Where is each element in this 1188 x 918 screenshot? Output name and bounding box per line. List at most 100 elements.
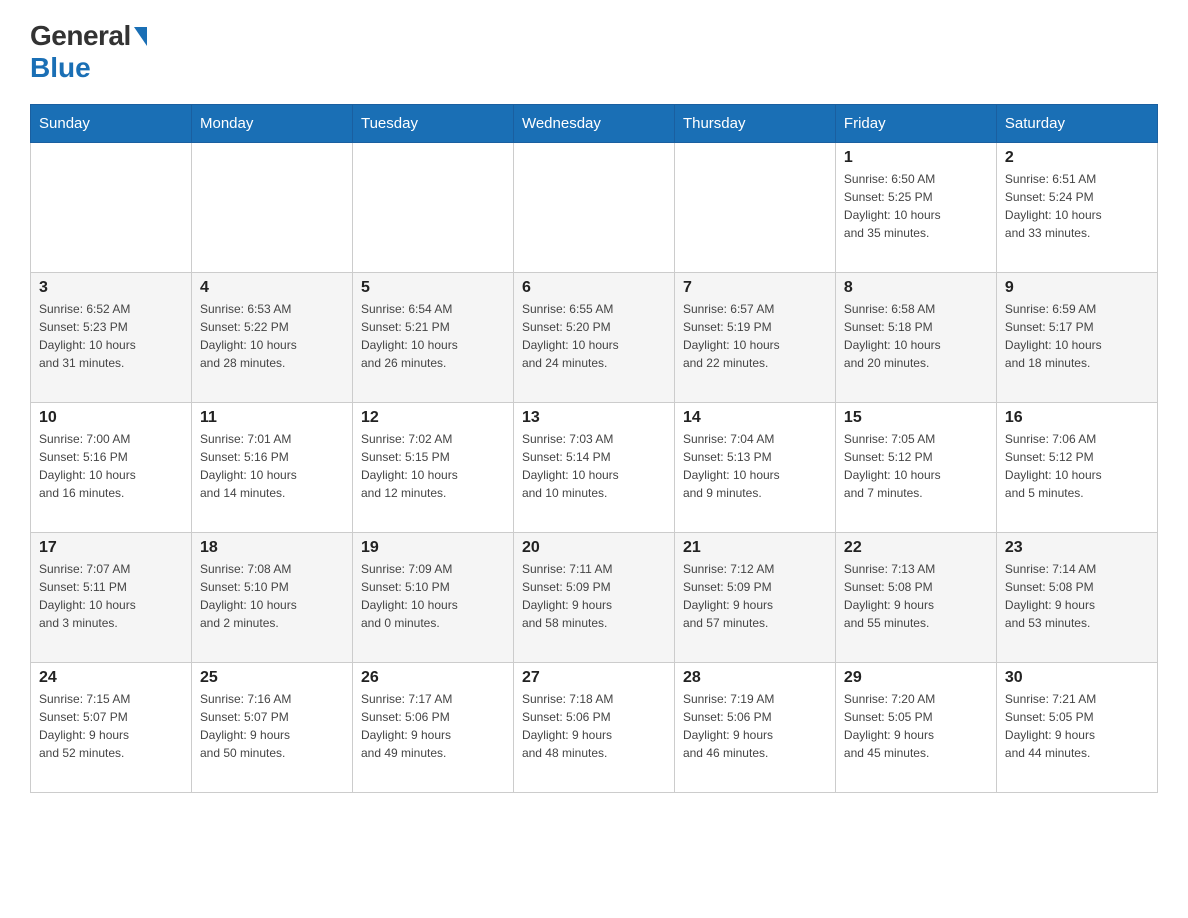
day-number: 20 <box>522 539 666 557</box>
logo-general-text: General <box>30 20 131 52</box>
table-row: 13 Sunrise: 7:03 AM Sunset: 5:14 PM Dayli… <box>513 403 674 533</box>
day-number: 23 <box>1005 539 1149 557</box>
day-info: Sunrise: 6:51 AM Sunset: 5:24 PM Dayligh… <box>1005 170 1149 242</box>
table-row: 24 Sunrise: 7:15 AM Sunset: 5:07 PM Dayli… <box>31 663 192 793</box>
day-info: Sunrise: 7:04 AM Sunset: 5:13 PM Dayligh… <box>683 430 827 502</box>
day-info: Sunrise: 7:20 AM Sunset: 5:05 PM Dayligh… <box>844 690 988 762</box>
day-info: Sunrise: 6:53 AM Sunset: 5:22 PM Dayligh… <box>200 300 344 372</box>
col-tuesday: Tuesday <box>352 105 513 143</box>
table-row: 1Sunrise: 6:50 AM Sunset: 5:25 PM Daylig… <box>835 143 996 273</box>
table-row: 21 Sunrise: 7:12 AM Sunset: 5:09 PM Dayli… <box>674 533 835 663</box>
table-row: 16Sunrise: 7:06 AM Sunset: 5:12 PM Dayli… <box>996 403 1157 533</box>
day-number: 19 <box>361 539 505 557</box>
table-row: 18 Sunrise: 7:08 AM Sunset: 5:10 PM Dayli… <box>191 533 352 663</box>
day-number: 24 <box>39 669 183 687</box>
day-number: 30 <box>1005 669 1149 687</box>
table-row: 26 Sunrise: 7:17 AM Sunset: 5:06 PM Dayli… <box>352 663 513 793</box>
table-row: 11Sunrise: 7:01 AM Sunset: 5:16 PM Dayli… <box>191 403 352 533</box>
col-thursday: Thursday <box>674 105 835 143</box>
day-info: Sunrise: 7:12 AM Sunset: 5:09 PM Dayligh… <box>683 560 827 632</box>
table-row: 5 Sunrise: 6:54 AM Sunset: 5:21 PM Daylig… <box>352 273 513 403</box>
col-friday: Friday <box>835 105 996 143</box>
day-info: Sunrise: 7:19 AM Sunset: 5:06 PM Dayligh… <box>683 690 827 762</box>
logo: General Blue <box>30 20 147 84</box>
table-row: 30 Sunrise: 7:21 AM Sunset: 5:05 PM Dayli… <box>996 663 1157 793</box>
day-info: Sunrise: 7:09 AM Sunset: 5:10 PM Dayligh… <box>361 560 505 632</box>
table-row: 23 Sunrise: 7:14 AM Sunset: 5:08 PM Dayli… <box>996 533 1157 663</box>
day-info: Sunrise: 7:17 AM Sunset: 5:06 PM Dayligh… <box>361 690 505 762</box>
day-number: 3 <box>39 279 183 297</box>
day-number: 28 <box>683 669 827 687</box>
table-row <box>513 143 674 273</box>
day-info: Sunrise: 6:59 AM Sunset: 5:17 PM Dayligh… <box>1005 300 1149 372</box>
day-info: Sunrise: 6:50 AM Sunset: 5:25 PM Dayligh… <box>844 170 988 242</box>
day-info: Sunrise: 7:08 AM Sunset: 5:10 PM Dayligh… <box>200 560 344 632</box>
day-number: 22 <box>844 539 988 557</box>
day-info: Sunrise: 7:14 AM Sunset: 5:08 PM Dayligh… <box>1005 560 1149 632</box>
day-info: Sunrise: 7:11 AM Sunset: 5:09 PM Dayligh… <box>522 560 666 632</box>
calendar-week-row: 10 Sunrise: 7:00 AM Sunset: 5:16 PM Dayli… <box>31 403 1158 533</box>
table-row <box>352 143 513 273</box>
day-number: 27 <box>522 669 666 687</box>
page-header: General Blue <box>30 20 1158 84</box>
table-row: 29 Sunrise: 7:20 AM Sunset: 5:05 PM Dayli… <box>835 663 996 793</box>
day-info: Sunrise: 7:05 AM Sunset: 5:12 PM Dayligh… <box>844 430 988 502</box>
table-row: 4 Sunrise: 6:53 AM Sunset: 5:22 PM Daylig… <box>191 273 352 403</box>
logo-arrow-icon <box>134 27 147 46</box>
day-number: 14 <box>683 409 827 427</box>
day-info: Sunrise: 7:07 AM Sunset: 5:11 PM Dayligh… <box>39 560 183 632</box>
day-info: Sunrise: 6:54 AM Sunset: 5:21 PM Dayligh… <box>361 300 505 372</box>
col-saturday: Saturday <box>996 105 1157 143</box>
day-info: Sunrise: 7:15 AM Sunset: 5:07 PM Dayligh… <box>39 690 183 762</box>
table-row: 22 Sunrise: 7:13 AM Sunset: 5:08 PM Dayli… <box>835 533 996 663</box>
table-row: 15 Sunrise: 7:05 AM Sunset: 5:12 PM Dayli… <box>835 403 996 533</box>
col-sunday: Sunday <box>31 105 192 143</box>
table-row: 8 Sunrise: 6:58 AM Sunset: 5:18 PM Daylig… <box>835 273 996 403</box>
day-info: Sunrise: 7:13 AM Sunset: 5:08 PM Dayligh… <box>844 560 988 632</box>
table-row: 19 Sunrise: 7:09 AM Sunset: 5:10 PM Dayli… <box>352 533 513 663</box>
table-row: 28 Sunrise: 7:19 AM Sunset: 5:06 PM Dayli… <box>674 663 835 793</box>
calendar-table: Sunday Monday Tuesday Wednesday Thursday… <box>30 104 1158 793</box>
day-number: 10 <box>39 409 183 427</box>
table-row: 27Sunrise: 7:18 AM Sunset: 5:06 PM Dayli… <box>513 663 674 793</box>
day-number: 25 <box>200 669 344 687</box>
day-number: 2 <box>1005 149 1149 167</box>
table-row <box>191 143 352 273</box>
day-info: Sunrise: 6:52 AM Sunset: 5:23 PM Dayligh… <box>39 300 183 372</box>
day-info: Sunrise: 7:01 AM Sunset: 5:16 PM Dayligh… <box>200 430 344 502</box>
day-info: Sunrise: 7:00 AM Sunset: 5:16 PM Dayligh… <box>39 430 183 502</box>
table-row: 2 Sunrise: 6:51 AM Sunset: 5:24 PM Daylig… <box>996 143 1157 273</box>
calendar-week-row: 1Sunrise: 6:50 AM Sunset: 5:25 PM Daylig… <box>31 143 1158 273</box>
day-number: 15 <box>844 409 988 427</box>
day-info: Sunrise: 6:55 AM Sunset: 5:20 PM Dayligh… <box>522 300 666 372</box>
day-info: Sunrise: 7:03 AM Sunset: 5:14 PM Dayligh… <box>522 430 666 502</box>
day-number: 5 <box>361 279 505 297</box>
calendar-week-row: 17 Sunrise: 7:07 AM Sunset: 5:11 PM Dayli… <box>31 533 1158 663</box>
day-number: 13 <box>522 409 666 427</box>
day-number: 8 <box>844 279 988 297</box>
calendar-week-row: 24 Sunrise: 7:15 AM Sunset: 5:07 PM Dayli… <box>31 663 1158 793</box>
day-number: 16 <box>1005 409 1149 427</box>
table-row: 20 Sunrise: 7:11 AM Sunset: 5:09 PM Dayli… <box>513 533 674 663</box>
day-number: 4 <box>200 279 344 297</box>
day-number: 7 <box>683 279 827 297</box>
table-row: 7Sunrise: 6:57 AM Sunset: 5:19 PM Daylig… <box>674 273 835 403</box>
col-wednesday: Wednesday <box>513 105 674 143</box>
day-number: 21 <box>683 539 827 557</box>
calendar-week-row: 3 Sunrise: 6:52 AM Sunset: 5:23 PM Daylig… <box>31 273 1158 403</box>
day-info: Sunrise: 7:16 AM Sunset: 5:07 PM Dayligh… <box>200 690 344 762</box>
table-row: 12 Sunrise: 7:02 AM Sunset: 5:15 PM Dayli… <box>352 403 513 533</box>
day-info: Sunrise: 6:58 AM Sunset: 5:18 PM Dayligh… <box>844 300 988 372</box>
table-row: 17 Sunrise: 7:07 AM Sunset: 5:11 PM Dayli… <box>31 533 192 663</box>
table-row <box>674 143 835 273</box>
day-number: 12 <box>361 409 505 427</box>
day-number: 26 <box>361 669 505 687</box>
table-row: 6Sunrise: 6:55 AM Sunset: 5:20 PM Daylig… <box>513 273 674 403</box>
day-info: Sunrise: 7:21 AM Sunset: 5:05 PM Dayligh… <box>1005 690 1149 762</box>
table-row: 9Sunrise: 6:59 AM Sunset: 5:17 PM Daylig… <box>996 273 1157 403</box>
day-number: 29 <box>844 669 988 687</box>
day-number: 17 <box>39 539 183 557</box>
day-number: 18 <box>200 539 344 557</box>
calendar-header-row: Sunday Monday Tuesday Wednesday Thursday… <box>31 105 1158 143</box>
day-info: Sunrise: 7:02 AM Sunset: 5:15 PM Dayligh… <box>361 430 505 502</box>
